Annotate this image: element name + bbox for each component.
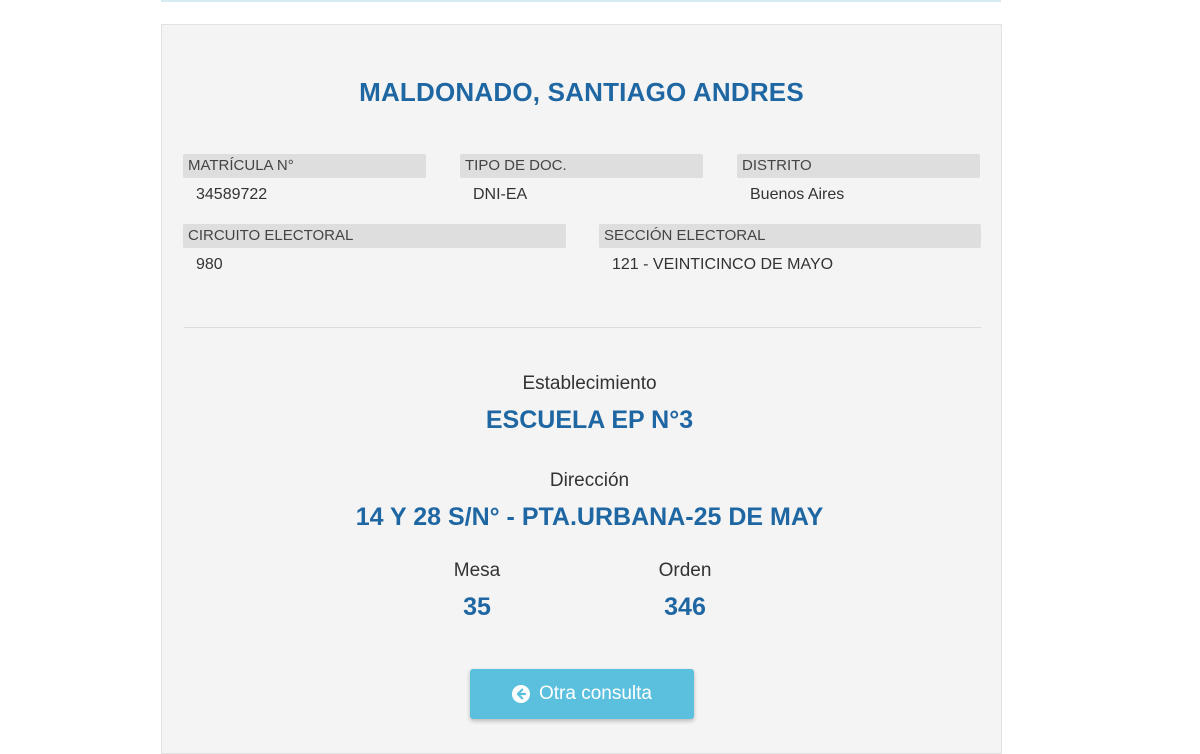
tipo-doc-value: DNI-EA	[473, 186, 528, 203]
seccion-label: SECCIÓN ELECTORAL	[599, 224, 981, 248]
matricula-label: MATRÍCULA N°	[183, 154, 426, 178]
voter-info-card: MALDONADO, SANTIAGO ANDRES MATRÍCULA N° …	[161, 24, 1002, 754]
otra-consulta-button[interactable]: Otra consulta	[470, 669, 694, 719]
establecimiento-label: Establecimiento	[522, 373, 657, 394]
seccion-value: 121 - VEINTICINCO DE MAYO	[612, 256, 834, 273]
field-distrito: DISTRITO Buenos Aires	[737, 154, 980, 206]
orden-label: Orden	[658, 560, 712, 581]
field-seccion: SECCIÓN ELECTORAL 121 - VEINTICINCO DE M…	[599, 224, 981, 276]
matricula-value: 34589722	[196, 186, 268, 203]
distrito-value: Buenos Aires	[750, 186, 845, 203]
voter-name: MALDONADO, SANTIAGO ANDRES	[359, 77, 804, 107]
circuito-label: CIRCUITO ELECTORAL	[183, 224, 566, 248]
mesa-value: 35	[463, 593, 491, 621]
direccion-label: Dirección	[549, 470, 630, 491]
field-circuito: CIRCUITO ELECTORAL 980	[183, 224, 566, 276]
section-divider	[184, 327, 981, 328]
top-divider-strip	[161, 0, 1001, 2]
field-tipo-doc: TIPO DE DOC. DNI-EA	[460, 154, 703, 206]
orden-value: 346	[664, 593, 706, 621]
circuito-value: 980	[196, 256, 223, 273]
arrow-circle-left-icon	[512, 685, 530, 703]
tipo-doc-label: TIPO DE DOC.	[460, 154, 703, 178]
distrito-label: DISTRITO	[737, 154, 980, 178]
establecimiento-value: ESCUELA EP N°3	[485, 406, 694, 434]
otra-consulta-label: Otra consulta	[539, 683, 652, 704]
mesa-label: Mesa	[453, 560, 501, 581]
field-matricula: MATRÍCULA N° 34589722	[183, 154, 426, 206]
direccion-value: 14 Y 28 S/N° - PTA.URBANA-25 DE MAY	[355, 503, 824, 531]
